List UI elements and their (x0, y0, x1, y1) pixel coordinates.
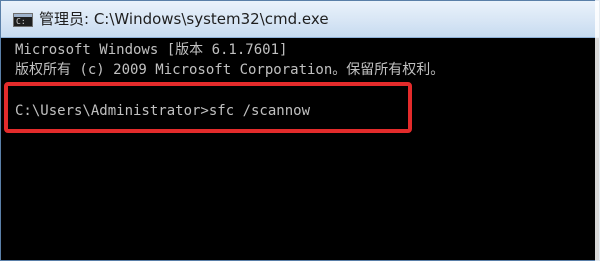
page-edge (595, 0, 600, 261)
icon-prompt: C: (16, 17, 26, 26)
console-line-version: Microsoft Windows [版本 6.1.7601] (15, 42, 288, 58)
console-line-copyright: 版权所有 (c) 2009 Microsoft Corporation。保留所有… (15, 62, 445, 78)
title-bar[interactable]: C: 管理员: C:\Windows\system32\cmd.exe (1, 1, 599, 38)
console-command-line[interactable]: C:\Users\Administrator>sfc /scannow (15, 102, 310, 120)
window-title: 管理员: C:\Windows\system32\cmd.exe (39, 10, 329, 28)
console-output[interactable]: Microsoft Windows [版本 6.1.7601] 版权所有 (c)… (1, 38, 599, 260)
cmd-window: C: 管理员: C:\Windows\system32\cmd.exe Micr… (0, 0, 600, 261)
cmd-icon: C: (13, 13, 33, 27)
